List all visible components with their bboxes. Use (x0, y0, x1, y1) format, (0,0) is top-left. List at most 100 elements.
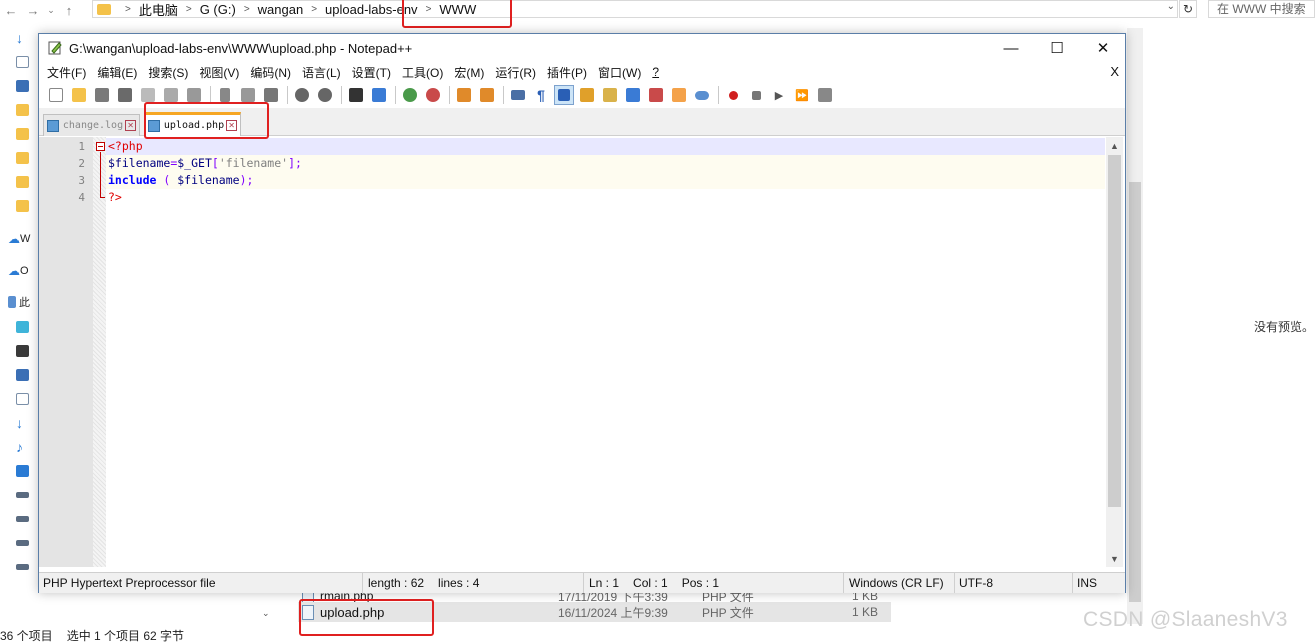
code-line-3[interactable]: include ( $filename); (106, 172, 1105, 189)
zoom-in-icon[interactable] (401, 86, 419, 104)
menu-settings[interactable]: 设置(T) (352, 64, 391, 81)
folder-icon[interactable] (16, 126, 38, 142)
play-macro-icon[interactable]: ▶ (770, 86, 788, 104)
code-line-4[interactable]: ?> (106, 189, 1105, 206)
scroll-up-icon[interactable]: ▲ (1106, 137, 1123, 154)
save-icon[interactable] (93, 86, 111, 104)
menu-run[interactable]: 运行(R) (495, 64, 536, 81)
breadcrumb-wangan[interactable]: wangan (258, 2, 304, 17)
music-icon[interactable]: ♪ (16, 439, 38, 455)
doc-list-icon[interactable] (624, 86, 642, 104)
menu-language[interactable]: 语言(L) (302, 64, 341, 81)
picture-icon[interactable] (16, 78, 38, 94)
minimize-icon[interactable]: — (988, 34, 1034, 62)
close-tab-icon[interactable]: ✕ (226, 120, 237, 131)
back-arrow-icon[interactable]: ← (0, 0, 22, 20)
folder-icon[interactable] (16, 102, 38, 118)
replace-icon[interactable] (370, 86, 388, 104)
run-macro-multiple-icon[interactable]: ⏩ (793, 86, 811, 104)
function-list-icon[interactable] (647, 86, 665, 104)
menu-tools[interactable]: 工具(O) (402, 64, 443, 81)
close-all-icon[interactable] (162, 86, 180, 104)
status-insert-mode[interactable]: INS (1073, 573, 1125, 593)
forward-arrow-icon[interactable]: → (22, 0, 44, 20)
folder-icon[interactable] (16, 174, 38, 190)
tab-change-log[interactable]: change.log ✕ (43, 114, 140, 136)
zoom-out-icon[interactable] (424, 86, 442, 104)
monitoring-icon[interactable] (693, 86, 711, 104)
save-macro-icon[interactable] (816, 86, 834, 104)
editor[interactable]: 1 2 3 4 <?php $filename=$_GET['filename'… (39, 137, 1125, 567)
save-all-icon[interactable] (116, 86, 134, 104)
udl-icon[interactable] (578, 86, 596, 104)
menu-edit[interactable]: 编辑(E) (97, 64, 137, 81)
word-wrap-icon[interactable] (509, 86, 527, 104)
menu-encoding[interactable]: 编码(N) (250, 64, 291, 81)
search-input[interactable]: 在 WWW 中搜索 (1208, 0, 1315, 18)
fold-margin[interactable] (93, 137, 106, 567)
cut-icon[interactable] (216, 86, 234, 104)
explorer-scrollbar-thumb[interactable] (1129, 182, 1141, 602)
breadcrumb-www[interactable]: WWW (439, 2, 476, 17)
new-file-icon[interactable] (47, 86, 65, 104)
picture-icon[interactable] (16, 367, 38, 383)
address-bar[interactable]: > 此电脑 > G (G:) > wangan > upload-labs-en… (92, 0, 1178, 18)
doc-map-icon[interactable] (601, 86, 619, 104)
indent-guide-icon[interactable] (554, 85, 574, 105)
recent-dropdown-icon[interactable]: ⌄ (44, 0, 58, 20)
up-arrow-icon[interactable]: ↑ (58, 0, 80, 20)
menu-file[interactable]: 文件(F) (47, 64, 86, 81)
folder-icon[interactable] (16, 198, 38, 214)
folder-workspace-icon[interactable] (670, 86, 688, 104)
close-icon[interactable]: ✕ (1080, 34, 1126, 62)
drive-icon[interactable] (16, 559, 38, 575)
editor-scrollbar-thumb[interactable] (1108, 155, 1121, 507)
close-file-icon[interactable] (139, 86, 157, 104)
open-file-icon[interactable] (70, 86, 88, 104)
status-eol[interactable]: Windows (CR LF) (845, 573, 955, 593)
undo-icon[interactable] (293, 86, 311, 104)
find-icon[interactable] (347, 86, 365, 104)
scroll-down-icon[interactable]: ⌄ (262, 608, 270, 619)
maximize-icon[interactable]: ☐ (1034, 34, 1080, 62)
copy-icon[interactable] (239, 86, 257, 104)
menu-plugins[interactable]: 插件(P) (547, 64, 587, 81)
close-document-button[interactable]: X (1110, 64, 1119, 79)
tab-upload-php[interactable]: upload.php ✕ (144, 112, 241, 136)
3d-objects-icon[interactable] (16, 319, 38, 335)
print-icon[interactable] (185, 86, 203, 104)
close-tab-icon[interactable]: ✕ (125, 120, 136, 131)
this-pc-item[interactable]: 此 (8, 294, 30, 310)
scroll-down-icon[interactable]: ▼ (1106, 550, 1123, 567)
sync-horizontal-icon[interactable] (478, 86, 496, 104)
record-macro-icon[interactable] (724, 86, 742, 104)
document-icon[interactable] (16, 54, 38, 70)
sync-vertical-icon[interactable] (455, 86, 473, 104)
drive-icon[interactable] (16, 487, 38, 503)
menu-macro[interactable]: 宏(M) (454, 64, 484, 81)
menu-window[interactable]: 窗口(W) (598, 64, 641, 81)
menu-view[interactable]: 视图(V) (199, 64, 239, 81)
downloads-icon[interactable]: ↓ (16, 415, 38, 431)
menu-help[interactable]: ? (652, 65, 659, 79)
code-area[interactable]: <?php $filename=$_GET['filename']; inclu… (106, 137, 1105, 567)
editor-vertical-scrollbar[interactable]: ▲ ▼ (1106, 137, 1123, 567)
code-line-1[interactable]: <?php (106, 138, 1105, 155)
file-row-selected[interactable]: upload.php 16/11/2024 上午9:39 PHP 文件 1 KB (298, 602, 891, 622)
folder-icon[interactable] (16, 150, 38, 166)
status-encoding[interactable]: UTF-8 (955, 573, 1073, 593)
drive-icon[interactable] (16, 535, 38, 551)
downloads-icon[interactable]: ↓ (16, 30, 38, 46)
onedrive-item[interactable]: ☁ W (8, 231, 30, 247)
code-line-2[interactable]: $filename=$_GET['filename']; (106, 155, 1105, 172)
redo-icon[interactable] (316, 86, 334, 104)
breadcrumb-this-pc[interactable]: 此电脑 (139, 0, 178, 19)
show-all-chars-icon[interactable]: ¶ (532, 86, 550, 104)
address-dropdown-icon[interactable]: ⌄ (1167, 1, 1175, 12)
breadcrumb-upload-labs-env[interactable]: upload-labs-env (325, 2, 418, 17)
video-icon[interactable] (16, 343, 38, 359)
document-icon[interactable] (16, 391, 38, 407)
refresh-icon[interactable]: ↻ (1179, 0, 1197, 18)
menu-search[interactable]: 搜索(S) (148, 64, 188, 81)
fold-toggle-icon[interactable] (96, 142, 105, 151)
